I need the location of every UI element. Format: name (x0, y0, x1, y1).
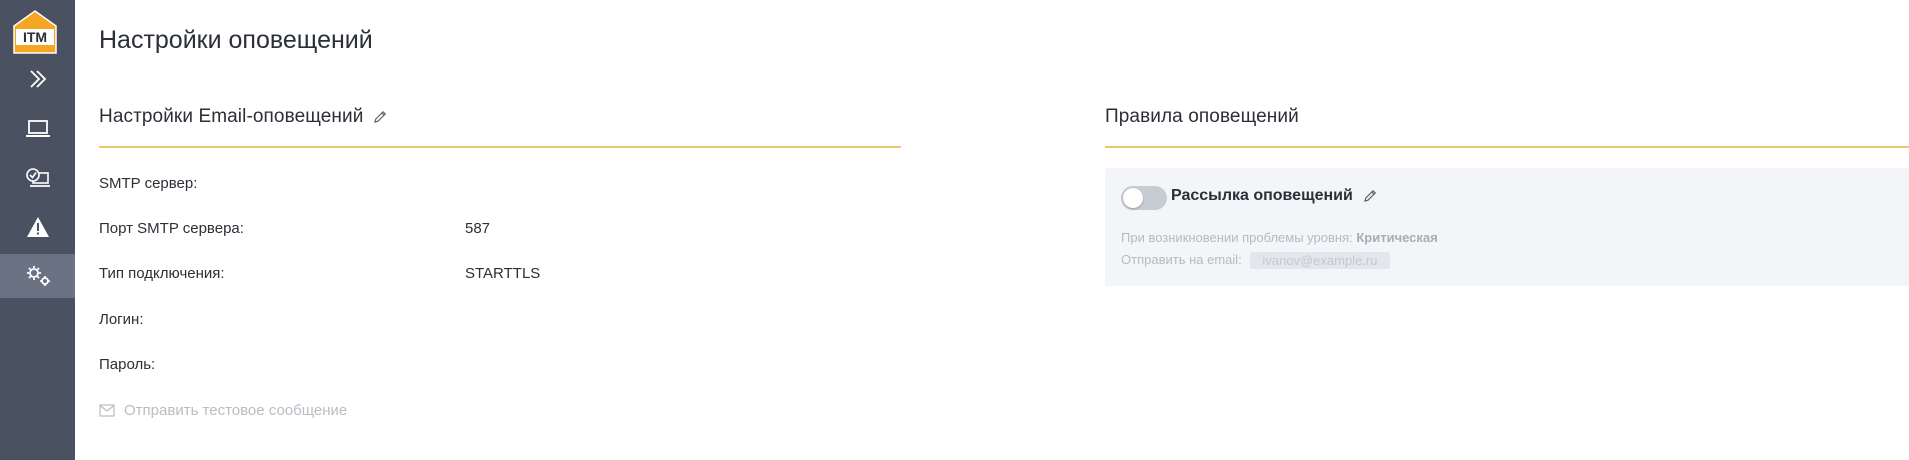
notification-rule-card: Рассылка оповещений При возникновении пр… (1105, 168, 1909, 286)
email-settings-divider (99, 146, 901, 148)
rule-enabled-toggle[interactable] (1121, 186, 1167, 210)
sidebar-item-alerts[interactable] (0, 205, 75, 249)
email-settings-title: Настройки Email-оповещений (99, 106, 364, 127)
send-test-message-label: Отправить тестовое сообщение (124, 402, 348, 419)
sidebar-item-monitoring[interactable] (0, 156, 75, 200)
smtp-port-value: 587 (465, 220, 491, 237)
sidebar-item-devices[interactable] (0, 107, 75, 151)
edit-email-settings-button[interactable] (373, 110, 387, 124)
send-test-message-button[interactable]: Отправить тестовое сообщение (99, 402, 347, 419)
rule-email-chip: ivanov@example.ru (1250, 252, 1390, 270)
gears-icon (26, 266, 50, 286)
sidebar-item-settings[interactable] (0, 254, 75, 298)
rule-name: Рассылка оповещений (1171, 187, 1353, 204)
chevrons-right-icon (29, 70, 46, 88)
connection-type-label: Тип подключения: (99, 265, 225, 282)
notification-rules-header: Правила оповещений (1105, 106, 1299, 128)
login-label: Логин: (99, 311, 144, 328)
connection-type-value: STARTTLS (465, 265, 541, 282)
password-label: Пароль: (99, 356, 156, 373)
notification-rules-title: Правила оповещений (1105, 106, 1299, 127)
envelope-icon (99, 404, 115, 417)
pencil-icon (1363, 189, 1376, 202)
itm-logo[interactable]: ITM (13, 10, 57, 54)
rule-level-value: Критическая (1356, 230, 1438, 245)
laptop-check-icon (25, 168, 50, 187)
sidebar-item-expand[interactable] (0, 57, 75, 101)
email-settings-header: Настройки Email-оповещений (99, 106, 387, 128)
rule-email-prefix: Отправить на email: (1121, 252, 1242, 267)
rule-header: Рассылка оповещений (1171, 187, 1377, 205)
logo-text: ITM (23, 29, 47, 45)
rule-level-prefix: При возникновении проблемы уровня: (1121, 230, 1353, 245)
smtp-server-label: SMTP сервер: (99, 175, 198, 192)
edit-rule-button[interactable] (1363, 189, 1377, 203)
itm-logo-icon: ITM (13, 10, 57, 54)
smtp-port-label: Порт SMTP сервера: (99, 220, 244, 237)
sidebar: ITM (0, 0, 75, 460)
rule-level-line: При возникновении проблемы уровня: Крити… (1121, 230, 1438, 245)
warning-icon (26, 217, 49, 237)
laptop-icon (25, 120, 50, 137)
pencil-icon (374, 110, 387, 123)
page-title: Настройки оповещений (99, 26, 373, 54)
main-content: Настройки оповещений Настройки Email-опо… (75, 0, 1909, 460)
rule-email-line: Отправить на email: ivanov@example.ru (1121, 252, 1390, 270)
notification-rules-divider (1105, 146, 1909, 148)
toggle-knob (1123, 188, 1143, 208)
